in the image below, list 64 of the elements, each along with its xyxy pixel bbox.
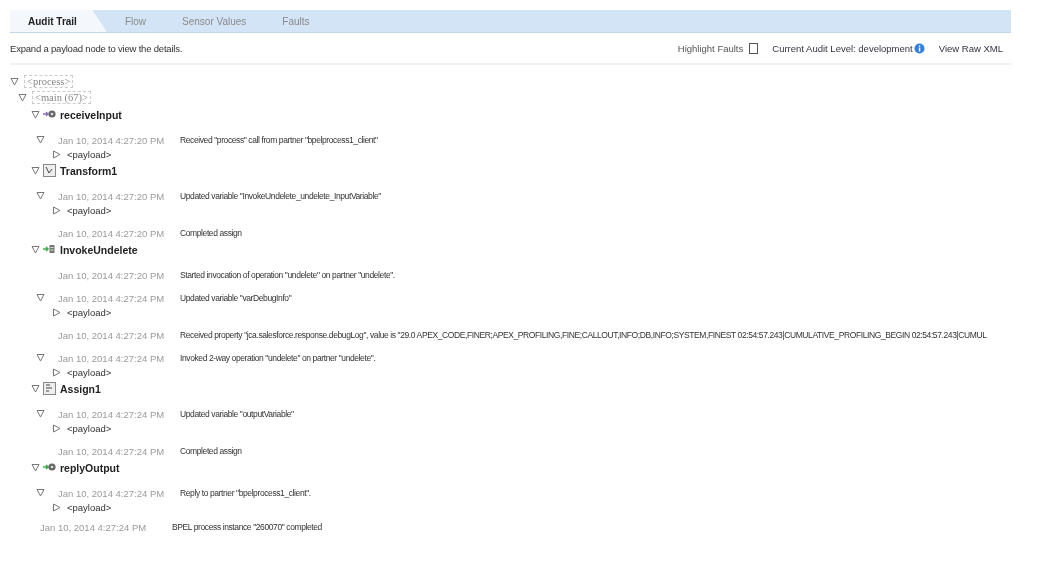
expanded-toggle-icon[interactable] <box>31 166 40 175</box>
expanded-toggle-icon[interactable] <box>18 92 27 102</box>
database-arrow-icon <box>43 243 57 256</box>
event-message: Invoked 2-way operation "undelete" on partner "undelete". <box>180 353 377 363</box>
activity-name[interactable]: Assign1 <box>60 382 101 395</box>
event-message: Received property "jca.salesforce.response.debugLog", value is "29.0 APEX_CODE,FINER;APEX_PROFILING,FINE;CALLOUT,INFO;DB,INFO;SYSTEM,FINEST 02:54:57.243|CUMULATIVE_PROFILING_BEGIN 02:54:57.243|CUMUL <box>180 330 988 340</box>
activity-name[interactable]: InvokeUndelete <box>60 243 138 256</box>
expanded-toggle-icon[interactable] <box>10 76 19 86</box>
event-time: Jan 10, 2014 4:27:24 PM <box>58 352 166 364</box>
tab[interactable]: Audit Trail <box>10 10 107 32</box>
event-message: Received "process" call from partner "bpelprocess1_client" <box>180 135 379 145</box>
process-node[interactable]: <process> <box>24 74 74 88</box>
event-message: BPEL process instance "260070" completed <box>172 522 323 532</box>
expanded-toggle-icon[interactable] <box>31 110 40 119</box>
expanded-toggle-icon[interactable] <box>36 408 45 418</box>
payload-node[interactable]: <payload> <box>67 422 112 434</box>
expanded-toggle-icon[interactable] <box>36 487 45 497</box>
event-time: Jan 10, 2014 4:27:24 PM <box>58 292 166 304</box>
payload-node[interactable]: <payload> <box>67 306 112 318</box>
view-raw-xml-link[interactable]: View Raw XML <box>938 42 1003 54</box>
event-message: Completed assign <box>180 228 243 238</box>
hint-text: Expand a payload node to view the details. <box>10 42 183 54</box>
expanded-toggle-icon[interactable] <box>36 352 45 362</box>
event-time: Jan 10, 2014 4:27:20 PM <box>58 190 166 202</box>
info-icon[interactable] <box>913 42 925 54</box>
event-time: Jan 10, 2014 4:27:20 PM <box>58 134 166 146</box>
event-message: Updated variable "varDebugInfo" <box>180 293 293 303</box>
event-time: Jan 10, 2014 4:27:20 PM <box>58 227 166 239</box>
event-message: Updated variable "InvokeUndelete_undelete_InputVariable" <box>180 191 382 201</box>
expanded-toggle-icon[interactable] <box>31 463 40 472</box>
payload-node[interactable]: <payload> <box>67 148 112 160</box>
event-time: Jan 10, 2014 4:27:24 PM <box>40 521 148 533</box>
payload-node[interactable]: <payload> <box>67 501 112 513</box>
collapsed-toggle-icon[interactable] <box>52 502 61 512</box>
collapsed-toggle-icon[interactable] <box>52 367 61 377</box>
event-time: Jan 10, 2014 4:27:24 PM <box>58 445 166 457</box>
event-message: Updated variable "outputVariable" <box>180 409 295 419</box>
collapsed-toggle-icon[interactable] <box>52 307 61 317</box>
expanded-toggle-icon[interactable] <box>36 292 45 302</box>
payload-node[interactable]: <payload> <box>67 204 112 216</box>
expanded-toggle-icon[interactable] <box>31 384 40 393</box>
expanded-toggle-icon[interactable] <box>36 134 45 144</box>
payload-node[interactable]: <payload> <box>67 366 112 378</box>
collapsed-toggle-icon[interactable] <box>52 205 61 215</box>
activity-name[interactable]: Transform1 <box>60 164 118 177</box>
event-time: Jan 10, 2014 4:27:24 PM <box>58 487 166 499</box>
activity-name[interactable]: receiveInput <box>60 108 122 121</box>
event-time: Jan 10, 2014 4:27:24 PM <box>58 408 166 420</box>
activity-name[interactable]: replyOutput <box>60 461 120 474</box>
collapsed-toggle-icon[interactable] <box>52 423 61 433</box>
collapsed-toggle-icon[interactable] <box>52 149 61 159</box>
expanded-toggle-icon[interactable] <box>36 190 45 200</box>
highlight-faults-checkbox[interactable] <box>749 42 759 54</box>
audit-level-text: Current Audit Level: development <box>772 42 913 54</box>
event-message: Reply to partner "bpelprocess1_client". <box>180 488 312 498</box>
document-icon <box>43 382 57 395</box>
event-time: Jan 10, 2014 4:27:20 PM <box>58 269 166 281</box>
main-node[interactable]: <main (67)> <box>32 90 91 104</box>
event-message: Started invocation of operation "undelete" on partner "undelete". <box>180 270 396 280</box>
checkbox-label: Highlight Faults <box>677 42 744 54</box>
document-icon <box>43 164 57 177</box>
event-time: Jan 10, 2014 4:27:24 PM <box>58 329 166 341</box>
expanded-toggle-icon[interactable] <box>31 245 40 254</box>
event-message: Completed assign <box>180 446 243 456</box>
